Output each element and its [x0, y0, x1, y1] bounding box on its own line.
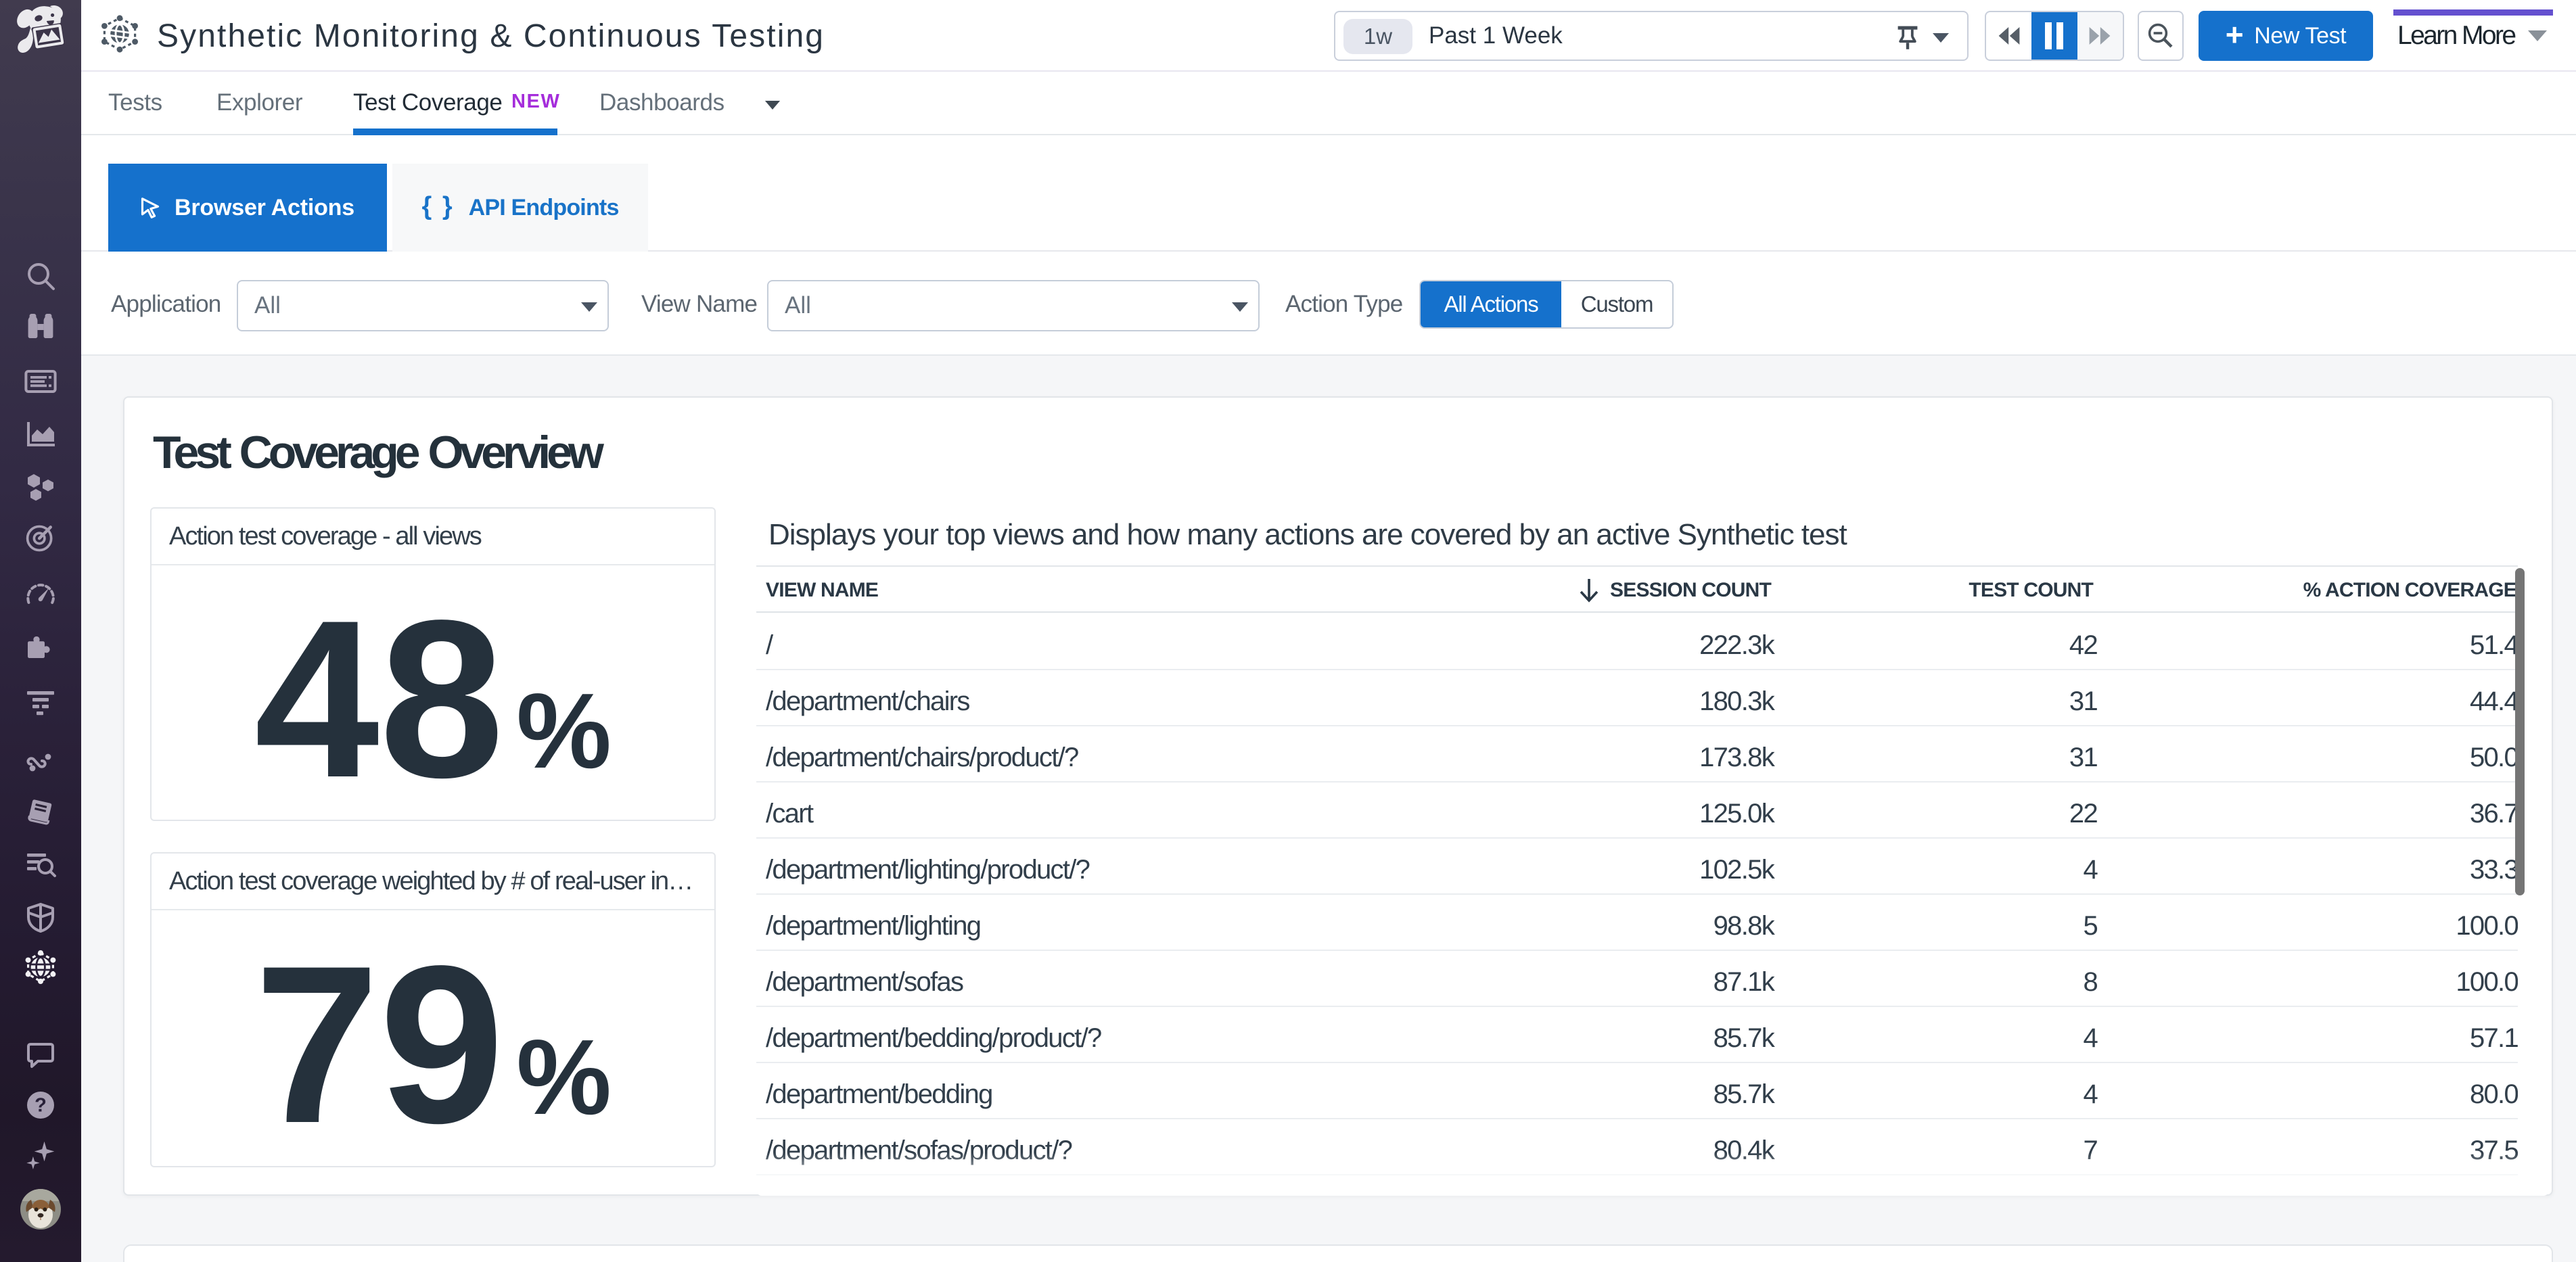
svg-text:?: ? [34, 1095, 47, 1117]
